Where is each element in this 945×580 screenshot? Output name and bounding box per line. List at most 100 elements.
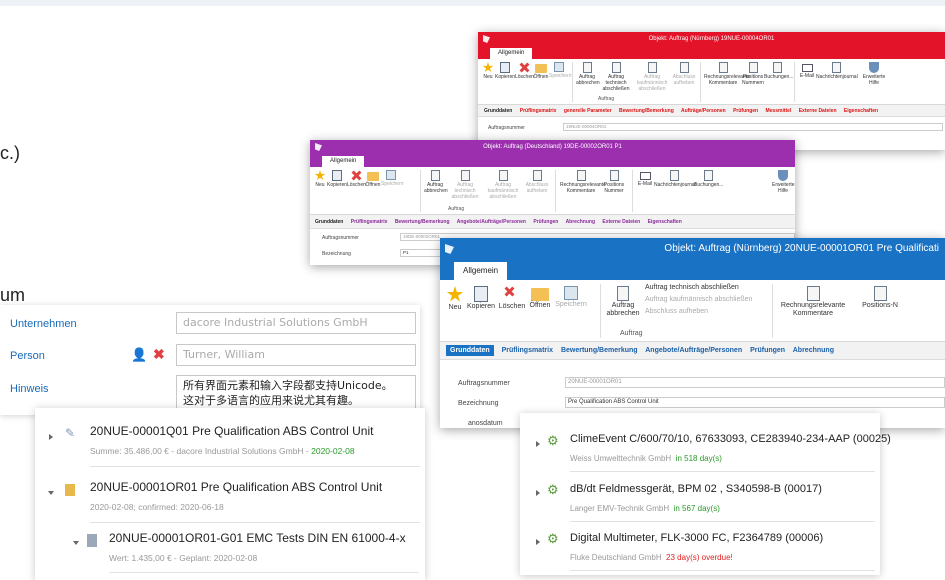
help-button[interactable]: Erweiterte Hilfe [860, 62, 888, 86]
comments-button[interactable]: Rechnungsrelevante Kommentare [560, 170, 606, 194]
copy-button[interactable]: Kopieren [327, 170, 347, 188]
folder-icon [531, 288, 549, 301]
delete-button[interactable]: Löschen [347, 170, 366, 188]
reopen-icon [532, 170, 542, 181]
tab-auftrage-personen[interactable]: Aufträge/Personen [681, 108, 726, 114]
tab-pruflingsmatrix[interactable]: Prüflingsmatrix [520, 108, 557, 114]
tab-allgemein[interactable]: Allgemein [490, 48, 533, 59]
cancel-order-button[interactable]: Auftrag abbrechen [605, 286, 641, 318]
commercial-complete-button[interactable]: Auftrag kaufmännisch abschließen [484, 170, 522, 200]
help-button[interactable]: Erweiterte Hilfe [772, 170, 795, 194]
copy-button[interactable]: Kopieren [466, 286, 496, 311]
new-button[interactable]: Neu [481, 62, 495, 80]
message-journal-button[interactable]: Nachrichtenjournal [654, 170, 696, 188]
tech-complete-button[interactable]: Auftrag technisch abschließen [448, 170, 482, 200]
bookings-button[interactable]: Buchungen... [764, 62, 793, 80]
expand-caret-icon[interactable] [536, 441, 540, 447]
add-person-icon[interactable]: 👤 [131, 347, 147, 363]
copy-icon [474, 286, 488, 302]
tab-abrechnung[interactable]: Abrechnung [793, 347, 834, 354]
positions-button[interactable]: Positions Nummer [602, 170, 626, 194]
delete-icon [519, 62, 530, 73]
reopen-button[interactable]: Abschluss aufheben [524, 170, 550, 194]
open-button[interactable]: Öffnen [533, 62, 549, 80]
designation-field[interactable]: Pre Qualification ABS Control Unit [565, 397, 945, 408]
save-button[interactable]: Speichern [549, 62, 572, 79]
expand-caret-icon[interactable] [536, 539, 540, 545]
open-button[interactable]: Öffnen [528, 286, 552, 310]
email-button[interactable]: E-Mail [798, 62, 816, 79]
device-title[interactable]: ClimeEvent C/600/70/10, 67633093, CE2839… [570, 433, 891, 445]
tab-bewertung[interactable]: Bewertung/Bemerkung [619, 108, 674, 114]
tab-pruflingsmatrix[interactable]: Prüflingsmatrix [351, 219, 388, 225]
tree-item-title[interactable]: 20NUE-00001OR01-G01 EMC Tests DIN EN 610… [109, 531, 406, 545]
app-logo-icon [445, 244, 454, 254]
devices-panel: ⚙ ClimeEvent C/600/70/10, 67633093, CE28… [520, 413, 891, 575]
tab-externe-dateien[interactable]: Externe Dateien [602, 219, 640, 225]
note-field[interactable]: 所有界面元素和输入字段都支持Unicode。 这对于多语言的应用来说尤其有趣。 [176, 375, 416, 411]
expand-caret-icon[interactable] [536, 490, 540, 496]
envelope-icon [801, 64, 813, 72]
save-button[interactable]: Speichern [554, 286, 588, 309]
order-number-field[interactable]: 20NUE-00001OR01 [565, 377, 945, 388]
window-title: Objekt: Auftrag (Deutschland) 19DE-00002… [483, 144, 622, 150]
order-number-label: Auftragsnummer [458, 380, 510, 387]
reopen-button[interactable]: Abschluss aufheben [672, 62, 696, 86]
commercial-complete-button[interactable]: Auftrag kaufmännisch abschließen [645, 296, 752, 303]
text-fragment-etc: c.) [0, 143, 20, 163]
tab-angebote[interactable]: Angebote/Aufträge/Personen [457, 219, 526, 225]
collapse-caret-icon[interactable] [73, 541, 79, 545]
comments-button[interactable]: Rechnungsrelevante Kommentare [778, 286, 848, 318]
delete-button[interactable]: Löschen [498, 286, 526, 311]
device-title[interactable]: Digital Multimeter, FLK-3000 FC, F236478… [570, 532, 823, 544]
bookings-button[interactable]: Buchungen... [694, 170, 723, 188]
tab-bewertung[interactable]: Bewertung/Bemerkung [561, 347, 638, 354]
message-journal-button[interactable]: Nachrichtenjournal [816, 62, 858, 80]
tab-grunddaten[interactable]: Grunddaten [315, 219, 343, 225]
collapse-caret-icon[interactable] [48, 491, 54, 495]
tab-allgemein[interactable]: Allgemein [322, 156, 365, 167]
save-button[interactable]: Speichern [381, 170, 404, 187]
ribbon-tab-row: Allgemein [478, 46, 945, 59]
tab-messmittel[interactable]: Messmittel [765, 108, 791, 114]
tab-eigenschaften[interactable]: Eigenschaften [844, 108, 878, 114]
tab-bewertung[interactable]: Bewertung/Bemerkung [395, 219, 450, 225]
positions-button[interactable]: Positions-N [850, 286, 910, 310]
new-button[interactable]: Neu [446, 286, 464, 312]
tab-allgemein[interactable]: Allgemein [454, 262, 508, 280]
tech-complete-icon [611, 62, 621, 73]
person-field[interactable]: Turner, William [176, 344, 416, 366]
positions-icon [748, 62, 758, 73]
positions-button[interactable]: Positions Nummern [742, 62, 764, 86]
tree-item-title[interactable]: 20NUE-00001OR01 Pre Qualification ABS Co… [90, 480, 382, 494]
cancel-order-button[interactable]: Auftrag abbrechen [576, 62, 600, 86]
tech-complete-button[interactable]: Auftrag technisch abschließen [645, 284, 739, 291]
cancel-order-button[interactable]: Auftrag abbrechen [424, 170, 448, 194]
copy-button[interactable]: Kopieren [495, 62, 515, 80]
new-button[interactable]: Neu [313, 170, 327, 188]
expand-caret-icon[interactable] [49, 434, 53, 440]
open-button[interactable]: Öffnen [365, 170, 381, 188]
tab-pruflingsmatrix[interactable]: Prüflingsmatrix [502, 347, 553, 354]
tab-generelle-parameter[interactable]: generelle Parameter [564, 108, 612, 114]
tab-grunddaten[interactable]: Grunddaten [484, 108, 512, 114]
email-button[interactable]: E-Mail [636, 170, 654, 187]
tree-item-title[interactable]: 20NUE-00001Q01 Pre Qualification ABS Con… [90, 424, 373, 438]
delete-button[interactable]: Löschen [515, 62, 534, 80]
tab-abrechnung[interactable]: Abrechnung [566, 219, 595, 225]
tab-prufungen[interactable]: Prüfungen [733, 108, 758, 114]
remove-person-icon[interactable]: ✖ [153, 346, 165, 363]
order-number-field[interactable]: 19NUE-00004OR01 [563, 123, 943, 131]
tab-prufungen[interactable]: Prüfungen [533, 219, 558, 225]
company-field[interactable]: dacore Industrial Solutions GmbH [176, 312, 416, 334]
reopen-button[interactable]: Abschluss aufheben [645, 308, 708, 315]
tab-grunddaten[interactable]: Grunddaten [446, 345, 494, 356]
tab-externe-dateien[interactable]: Externe Dateien [799, 108, 837, 114]
tech-complete-button[interactable]: Auftrag technisch abschließen [600, 62, 632, 92]
tab-angebote[interactable]: Angebote/Aufträge/Personen [645, 347, 742, 354]
tab-prufungen[interactable]: Prüfungen [750, 347, 785, 354]
commercial-complete-button[interactable]: Auftrag kaufmännisch abschließen [634, 62, 670, 92]
tab-eigenschaften[interactable]: Eigenschaften [648, 219, 682, 225]
device-title[interactable]: dB/dt Feldmessgerät, BPM 02 , S340598-B … [570, 483, 822, 495]
comments-button[interactable]: Rechnungsrelevante Kommentare [704, 62, 750, 86]
